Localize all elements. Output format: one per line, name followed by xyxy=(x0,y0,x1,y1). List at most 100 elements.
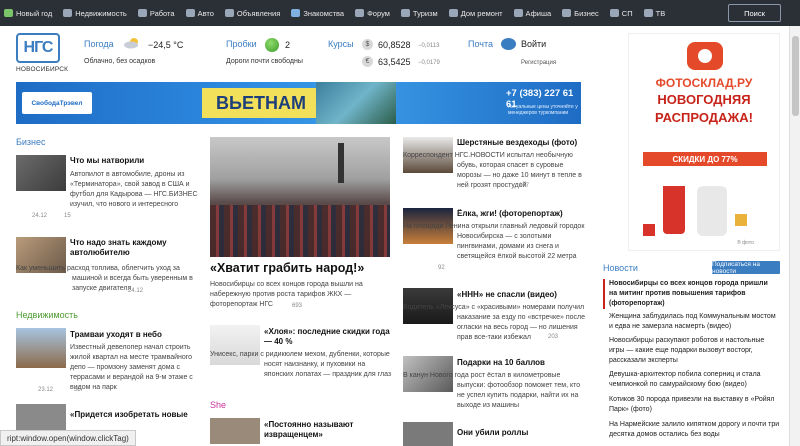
nav-item-sp[interactable]: СП xyxy=(609,8,633,18)
rates-link[interactable]: Курсы xyxy=(328,39,354,49)
top-navigation: Новый год Недвижимость Работа Авто Объяв… xyxy=(0,0,800,26)
right-item-1-title[interactable]: Шерстяные вездеходы (фото) xyxy=(457,138,577,148)
business-thumb-1[interactable] xyxy=(16,155,66,191)
nav-label: Бизнес xyxy=(574,8,599,18)
right-item-1-comments: 177 xyxy=(519,183,530,189)
nav-label: Новый год xyxy=(16,8,53,18)
ad-headline-2: РАСПРОДАЖА! xyxy=(655,110,753,125)
vietnam-banner-ad[interactable]: СвободаТрэвел ВЬЕТНАМ +7 (383) 227 61 61… xyxy=(16,82,581,124)
right-item-2-comments: 92 xyxy=(438,265,445,271)
briefcase-icon xyxy=(137,9,147,17)
center-thumb-3[interactable] xyxy=(210,418,260,444)
logo-mark: НГС xyxy=(16,33,60,63)
nav-item-home-repair[interactable]: Дом ремонт xyxy=(448,8,503,18)
center-item-2-title[interactable]: «Хлоя»: последние скидки года — 40 % xyxy=(264,327,394,347)
banner-title: ВЬЕТНАМ xyxy=(202,88,320,118)
scrollbar-thumb[interactable] xyxy=(792,36,799,116)
ad-brand: ФОТОСКЛАД.РУ xyxy=(655,76,753,90)
nav-label: СП xyxy=(621,8,633,18)
nav-item-new-year[interactable]: Новый год xyxy=(4,9,52,18)
center-item-2-text: Унисекс, парки с ридикюлем мехом, дублен… xyxy=(210,351,392,378)
banner-photo xyxy=(316,82,396,124)
realty-item-1-title[interactable]: Трамваи уходят в небо xyxy=(70,330,162,340)
main-story-headline[interactable]: «Хватит грабить народ!» xyxy=(210,261,364,275)
house-icon xyxy=(63,9,73,17)
tree-icon xyxy=(4,9,13,17)
nav-item-business[interactable]: Бизнес xyxy=(562,9,599,18)
realty-thumb-2[interactable] xyxy=(16,404,66,430)
site-logo[interactable]: НГС НОВОСИБИРСК xyxy=(16,33,68,75)
statue-shape xyxy=(338,143,344,183)
nav-label: Афиша xyxy=(525,8,552,18)
news-item[interactable]: Котиков 30 порода привезли на выставку в… xyxy=(609,395,781,415)
realty-thumb-1[interactable] xyxy=(16,328,66,368)
section-business[interactable]: Бизнес xyxy=(16,137,46,147)
right-item-3-title[interactable]: «ННН» не спасли (видео) xyxy=(457,290,557,300)
chart-icon xyxy=(562,9,572,17)
business-item-1-text-wrap xyxy=(16,190,201,210)
usd-rate: 60,8528 xyxy=(378,40,411,50)
usd-change: −0,0113 xyxy=(418,43,440,49)
center-item-3-title[interactable]: «Постоянно называют извращенцем» xyxy=(264,420,394,440)
eur-change: −0,0179 xyxy=(418,60,440,66)
camera-icon xyxy=(687,42,723,70)
nav-item-ads[interactable]: Объявления xyxy=(224,8,281,18)
news-item[interactable]: Новосибирцы раскупают роботов и настольн… xyxy=(609,336,781,366)
nav-item-dating[interactable]: Знакомства xyxy=(291,9,344,18)
right-item-5-title[interactable]: Они убили роллы xyxy=(457,428,528,438)
main-story-photo[interactable] xyxy=(210,137,390,257)
nav-item-tourism[interactable]: Туризм xyxy=(400,8,438,18)
fotosklad-side-ad[interactable]: ФОТОСКЛАД.РУ НОВОГОДНЯЯ РАСПРОДАЖА! СКИД… xyxy=(628,33,780,251)
right-thumb-5[interactable] xyxy=(403,422,453,446)
ad-headline-1: НОВОГОДНЯЯ xyxy=(657,92,751,107)
nav-item-forum[interactable]: Форум xyxy=(355,9,390,18)
right-item-4-title[interactable]: Подарки на 10 баллов xyxy=(457,358,545,368)
nav-item-afisha[interactable]: Афиша xyxy=(513,8,552,18)
nav-label: Туризм xyxy=(412,8,438,18)
nav-label: Дом ремонт xyxy=(460,8,503,18)
right-item-3-comments: 203 xyxy=(548,334,559,340)
news-item[interactable]: На Нармейские залило кипятком дорогу и п… xyxy=(609,420,781,440)
right-item-2-title[interactable]: Ёлка, жги! (фоторепортаж) xyxy=(457,209,563,219)
login-link[interactable]: Войти xyxy=(521,39,546,49)
subscribe-news-button[interactable]: Подписаться на новости xyxy=(712,261,780,275)
gift-icon xyxy=(643,224,655,236)
mail-link[interactable]: Почта xyxy=(468,39,493,49)
register-link[interactable]: Регистрация xyxy=(521,60,556,66)
business-item-1-comments: 15 xyxy=(64,213,71,219)
ad-note: ® фото xyxy=(737,240,754,246)
cart-icon xyxy=(609,9,619,17)
section-she[interactable]: She xyxy=(210,400,226,410)
nav-item-jobs[interactable]: Работа xyxy=(137,9,175,18)
news-section-title[interactable]: Новости xyxy=(603,263,638,273)
traffic-indicator-icon xyxy=(265,38,279,52)
mail-icon xyxy=(501,38,516,50)
business-item-2-title[interactable]: Что надо знать каждому автолюбителю xyxy=(70,238,200,258)
nav-item-auto[interactable]: Авто xyxy=(185,8,214,18)
nav-item-realty[interactable]: Недвижимость xyxy=(63,9,127,18)
nav-label: Авто xyxy=(197,8,214,18)
weather-link[interactable]: Погода xyxy=(84,39,114,49)
right-item-1-text: Корреспондент НГС.НОВОСТИ испытал необыч… xyxy=(403,152,582,189)
santa-image xyxy=(663,174,685,234)
vertical-scrollbar[interactable] xyxy=(789,26,800,446)
banner-logo: СвободаТрэвел xyxy=(22,92,92,114)
business-item-2-text: Как уменьшить расход топлива, облегчить … xyxy=(16,265,193,292)
traffic-desc: Дороги почти свободны xyxy=(226,58,303,65)
business-item-1-title[interactable]: Что мы натворили xyxy=(70,156,144,166)
heart-icon xyxy=(291,9,301,17)
news-item[interactable]: Девушка-архитектор побила соперниц и ста… xyxy=(609,370,781,390)
search-button[interactable]: Поиск xyxy=(728,4,781,22)
tv-icon xyxy=(643,9,653,17)
nav-label: Объявления xyxy=(236,8,281,18)
realty-item-2-title[interactable]: «Придется изобретать новые xyxy=(70,410,188,420)
traffic-link[interactable]: Пробки xyxy=(226,39,257,49)
car-icon xyxy=(185,9,195,17)
nav-item-tv[interactable]: ТВ xyxy=(643,9,665,18)
right-item-4-text: В канун Нового года рост ёстал в километ… xyxy=(403,372,581,409)
weather-temp: −24,5 °С xyxy=(148,40,184,50)
section-realty[interactable]: Недвижимость xyxy=(16,310,78,320)
news-item[interactable]: Новосибирцы со всех концов города пришли… xyxy=(603,279,775,309)
business-item-2-date: 24.12 xyxy=(128,288,144,294)
news-item[interactable]: Женщина заблудилась под Коммунальным мос… xyxy=(609,312,781,332)
